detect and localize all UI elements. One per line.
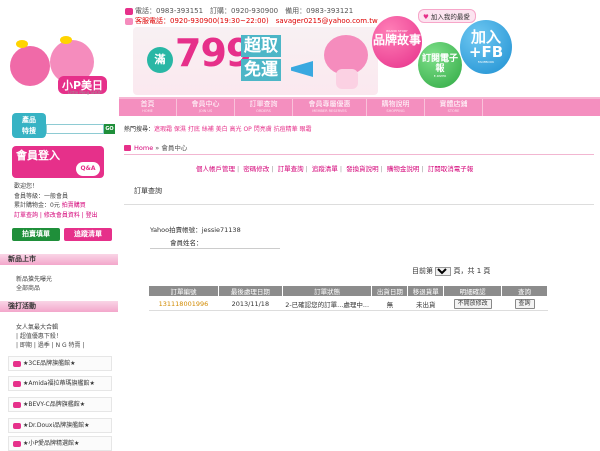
subnav-exchange[interactable]: 發換貨說明: [346, 165, 379, 173]
events-title: 強打活動: [0, 301, 118, 312]
member-subnav: 個人帳戶管理 | 密碼修改 | 訂單查詢 | 追蹤清單 | 發換貨說明 | 購物金說明 | …: [196, 165, 474, 173]
auction-buy-link[interactable]: 拍賣購買: [62, 202, 86, 209]
add-favorite-button[interactable]: ♥ 加入我的最愛: [418, 9, 476, 23]
brand-icon: [13, 380, 21, 387]
order-number[interactable]: 131118001996: [148, 296, 219, 311]
tracking-list-button[interactable]: 追蹤清單: [64, 228, 112, 241]
col-query: 查詢: [501, 285, 548, 297]
table-row: 131118001996 2013/11/18 2-已確認您的訂單...處理中.…: [148, 296, 548, 311]
col-ship-date: 出貨日期: [371, 285, 409, 297]
divider: [150, 248, 280, 249]
qa-button[interactable]: Q&A: [76, 162, 100, 176]
subnav-orders[interactable]: 訂單查詢: [278, 165, 304, 173]
brand-icon: [13, 422, 21, 429]
brand-box[interactable]: ★3CE品牌旗艦館★: [8, 356, 112, 371]
divider: [124, 154, 594, 155]
event-link[interactable]: 女人氣最大合輯: [16, 323, 116, 332]
col-order-no: 訂單編號: [148, 285, 219, 297]
brand-box[interactable]: ★Amida福拉蒂瑪旗艦館★: [8, 376, 112, 391]
col-return: 移退貨單: [407, 285, 445, 297]
events-list: 女人氣最大合輯 | 超值優惠下殺！ | 即期 | 過季 | N G 特賣 |: [16, 323, 116, 350]
page-title: 訂單查詢: [134, 187, 162, 195]
return-status: 未出貨: [407, 296, 444, 311]
breadcrumb: Home » 會員中心: [124, 142, 187, 152]
auction-fill-button[interactable]: 拍賣填單: [12, 228, 60, 241]
logo[interactable]: 小P美日 Little Peng SHOP: [6, 36, 114, 96]
subnav-credit[interactable]: 購物金說明: [387, 165, 420, 173]
free-shipping-banner[interactable]: 滿 799 超取 免運: [133, 27, 378, 95]
brand-box[interactable]: ★小P愛品牌精選館★: [8, 436, 112, 451]
hot-search-links[interactable]: 遮瑕霜 保濕 打底 絲補 美白 高光 OP 閃亮膚 抗痘精華 眼霜: [154, 126, 312, 133]
brand-icon: [13, 360, 21, 367]
nav-member-offers[interactable]: 會員專屬優惠 MEMBER RESERVES: [293, 99, 367, 116]
product-search-label: 產品 特搜: [12, 113, 46, 138]
product-search-input[interactable]: [46, 124, 104, 134]
new-arrivals-list: 新品搶先曝光 全部商品: [16, 275, 116, 293]
nav-store[interactable]: 實體店鋪 STORE: [425, 99, 483, 116]
hot-search-ticker: 熱門搜尋：遮瑕霜 保濕 打底 絲補 美白 高光 OP 閃亮膚 抗痘精華 眼霜: [124, 126, 312, 133]
brand-box[interactable]: ★BEVY-C品牌旗艦館★: [8, 397, 112, 412]
search-go-button[interactable]: GO: [104, 124, 115, 134]
account-value: jessie71138: [201, 226, 241, 234]
divider: [124, 204, 594, 205]
logo-sub: Little Peng SHOP: [68, 90, 102, 95]
all-products-link[interactable]: 全部商品: [16, 284, 116, 293]
mail-icon: [125, 17, 133, 25]
nav-orders[interactable]: 訂單查詢 ORDERS: [235, 99, 293, 116]
nav-member-center[interactable]: 會員中心 JOIN US: [177, 99, 235, 116]
main-nav: 首頁 HOME 會員中心 JOIN US 訂單查詢 ORDERS 會員專屬優惠 MEMB…: [119, 97, 600, 116]
subnav-password[interactable]: 密碼修改: [243, 165, 269, 173]
brand-box[interactable]: ★Dr.Douxi品牌旗艦館★: [8, 418, 112, 433]
megaphone-icon: [291, 61, 313, 77]
member-links[interactable]: 訂單查詢 | 修改會員資料 | 登出: [14, 211, 114, 221]
mascot-image: [318, 29, 374, 91]
subnav-account[interactable]: 個人帳戶管理: [196, 165, 235, 173]
brand-icon: [13, 401, 21, 408]
orders-table: 訂單編號 最後處理日期 訂單狀態 出貨日期 移退貨單 明細確認 查詢 13111…: [148, 285, 548, 311]
no-modify-button[interactable]: 不開放修改: [453, 298, 492, 309]
order-date: 2013/11/18: [218, 296, 283, 311]
breadcrumb-current: 會員中心: [161, 144, 188, 152]
banner-line2: 免運: [241, 59, 281, 81]
epaper-balloon[interactable]: 訂閱電子報 E-PAPER: [418, 42, 462, 88]
banner-prefix: 滿: [147, 47, 173, 73]
ship-date: 無: [371, 296, 408, 311]
subnav-tracking[interactable]: 追蹤清單: [312, 165, 338, 173]
name-label: 會員姓名：: [170, 239, 203, 247]
breadcrumb-home[interactable]: Home: [134, 144, 153, 152]
home-icon: [124, 145, 131, 151]
phone-icon: [125, 7, 133, 15]
pager: 目前第 1 頁，共 1 頁: [412, 266, 490, 276]
event-link[interactable]: | 即期 | 過季 | N G 特賣 |: [16, 341, 116, 350]
col-status: 訂單狀態: [281, 285, 373, 297]
order-status: 2-已確認您的訂單...處理中...: [282, 296, 372, 311]
account-info: Yahoo拍賣帳號：jessie71138 會員姓名：: [150, 226, 241, 247]
event-link[interactable]: | 超值優惠下殺！: [16, 332, 116, 341]
col-date: 最後處理日期: [217, 285, 283, 297]
facebook-balloon[interactable]: 加入+FB FACEBOOK: [460, 20, 512, 74]
table-header-row: 訂單編號 最後處理日期 訂單狀態 出貨日期 移退貨單 明細確認 查詢: [148, 285, 548, 297]
subnav-epaper[interactable]: 訂閱取消電子報: [428, 165, 474, 173]
page-select[interactable]: 1: [435, 266, 452, 276]
contact-info: 電話：0983-393151 訂購：0920-930900 備用：0983-39…: [125, 6, 415, 26]
member-info: 歡迎您！ 會員等級：一般會員 累計購物金：0元 拍賣購買 訂單查詢 | 修改會員…: [14, 182, 114, 220]
query-button[interactable]: 查詢: [514, 298, 535, 309]
nav-home[interactable]: 首頁 HOME: [119, 99, 177, 116]
brand-icon: [13, 440, 21, 447]
nav-shopping-guide[interactable]: 購物說明 SHOPPING: [367, 99, 425, 116]
col-detail: 明細確認: [443, 285, 503, 297]
new-arrival-link[interactable]: 新品搶先曝光: [16, 275, 116, 284]
brand-story-balloon[interactable]: BRAND STORY 品牌故事: [372, 16, 422, 68]
heart-icon: ♥: [423, 13, 429, 21]
banner-amount: 799: [175, 31, 252, 75]
banner-line1: 超取: [241, 35, 281, 57]
new-arrivals-title: 新品上市: [0, 254, 118, 265]
